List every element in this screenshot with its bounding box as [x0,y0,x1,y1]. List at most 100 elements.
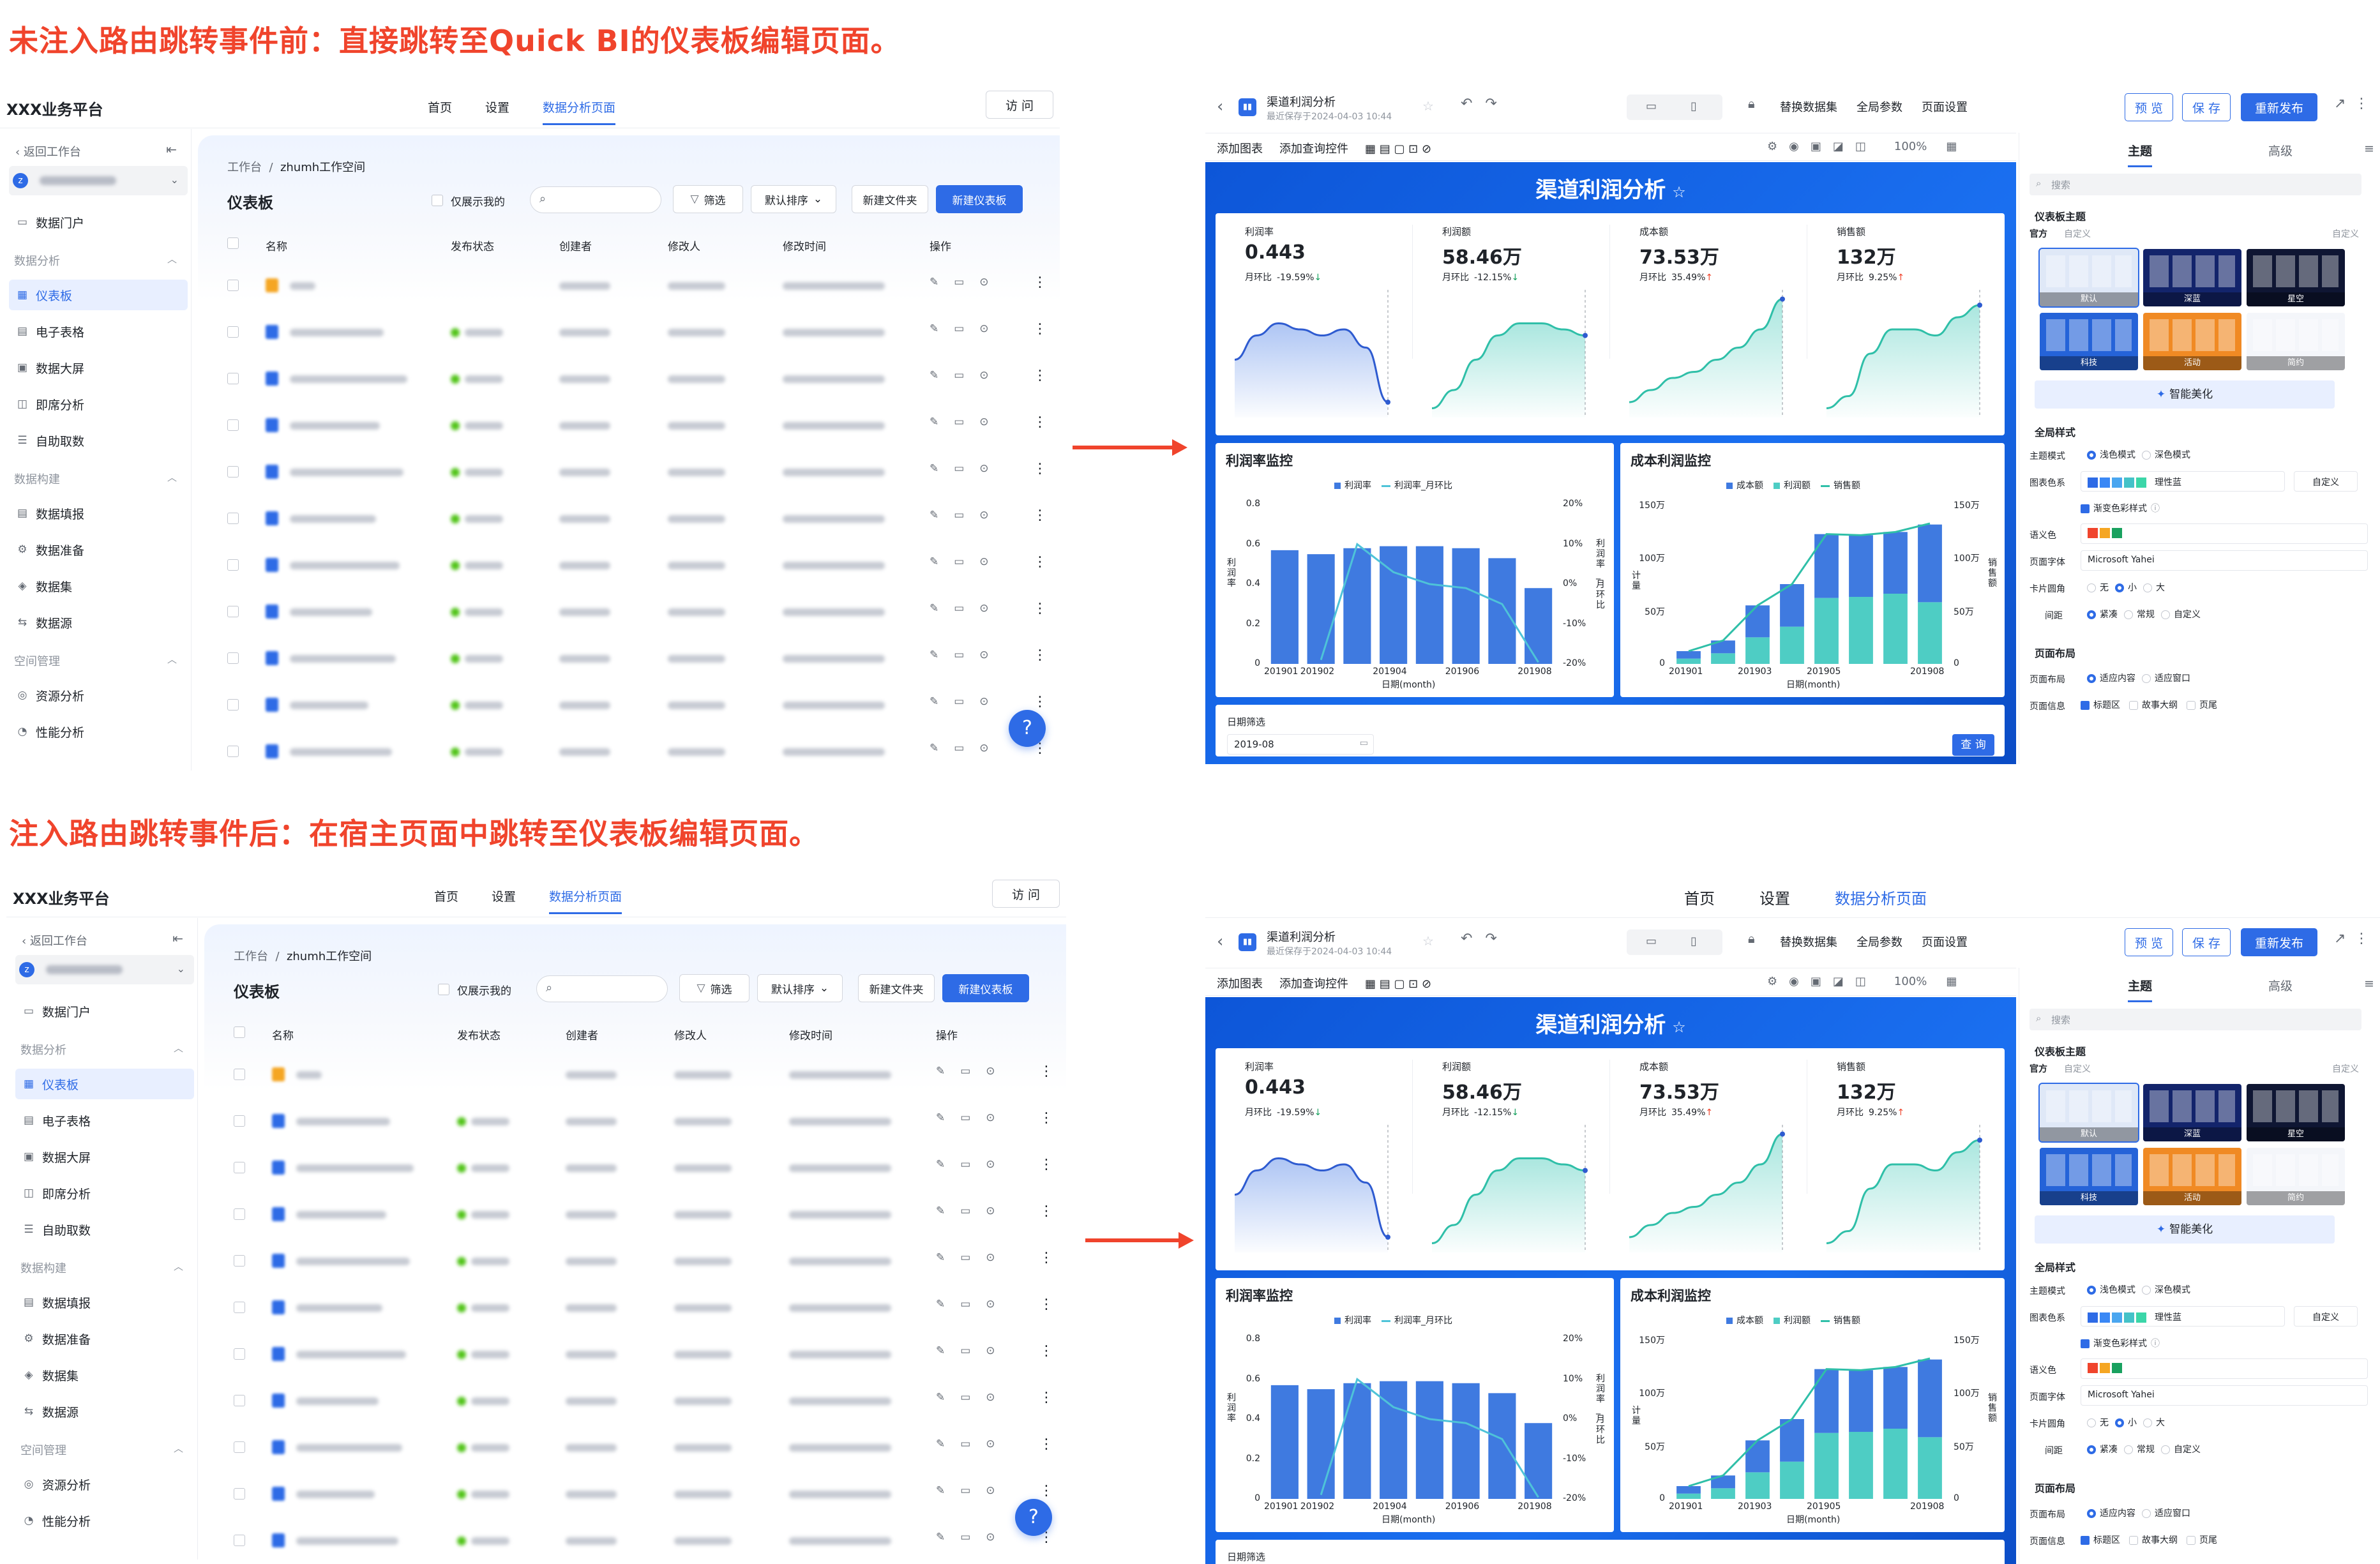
star-icon[interactable]: ☆ [1672,1018,1686,1036]
row-checkbox[interactable] [234,1162,245,1173]
undo-redo-icons[interactable]: ↶↷ [1461,96,1510,112]
sidebar-item[interactable]: ▦ 仪表板 [9,280,188,310]
sidebar-item[interactable]: ◎ 资源分析 [15,1469,194,1500]
tab-theme[interactable]: 主题 [2128,142,2153,167]
query-control-card[interactable]: 日期筛选2019-08▭查 询 [1216,1540,2005,1564]
smart-beautify-button[interactable]: ✦ 智能美化 [2035,380,2335,409]
theme-thumbnail[interactable]: 活动 [2143,1148,2241,1205]
workspace-switcher[interactable]: z ⌄ [9,166,188,195]
lock-icon[interactable]: 🔒︎ [1748,96,1755,111]
query-button[interactable]: 查 询 [1952,734,1994,756]
editor-tool-button[interactable]: 页面设置 [1922,101,1968,114]
table-row[interactable]: ✎▭⊙ ⋮ [234,1378,1053,1425]
table-row[interactable]: ✎▭⊙ ⋮ [227,263,1047,310]
row-actions[interactable]: ✎▭⊙ [936,1205,1011,1217]
row-checkbox[interactable] [234,1115,245,1127]
theme-thumbnail[interactable]: 星空 [2247,249,2345,306]
section-title[interactable]: 页面布局 [2035,1480,2075,1495]
more-icon[interactable]: ⋮ [1033,508,1047,523]
save-button[interactable]: 保 存 [2182,93,2231,121]
row-checkbox[interactable] [227,606,239,617]
panel-search-input[interactable]: ⌕ 搜索 [2030,1009,2361,1030]
new-folder-button[interactable]: 新建文件夹 [852,185,928,213]
row-actions[interactable]: ✎▭⊙ [930,416,1004,428]
font-select[interactable]: Microsoft Yahei [2081,550,2368,571]
panel-search-input[interactable]: ⌕ 搜索 [2030,174,2361,195]
only-mine-checkbox[interactable]: 仅展示我的 [432,186,505,214]
legend-label[interactable]: 利润率 [1344,1316,1371,1326]
table-row[interactable]: ✎▭⊙ ⋮ [234,1238,1053,1285]
add-menu-button[interactable]: 添加图表 [1217,142,1263,156]
sidebar-item[interactable]: ⇆ 数据源 [9,607,188,638]
only-mine-checkbox[interactable]: 仅展示我的 [438,975,511,1004]
sidebar-item[interactable]: ⇆ 数据源 [15,1396,194,1427]
new-dashboard-button[interactable]: 新建仪表板 [936,185,1023,213]
legend-label[interactable]: 成本额 [1736,481,1763,491]
more-icon[interactable]: ⋮ [1039,1436,1053,1452]
breadcrumb-item[interactable]: 工作台 [227,161,262,174]
table-row[interactable]: ✎▭⊙ ⋮ [234,1145,1053,1192]
sort-dropdown[interactable]: 默认排序 ⌄ [751,185,836,213]
more-icon[interactable]: ⋮ [1039,1483,1053,1499]
theme-tab-official[interactable]: 官方 [2030,227,2047,240]
row-actions[interactable]: ✎▭⊙ [930,276,1004,289]
add-menu-button[interactable]: 添加查询控件 [1279,142,1348,156]
font-select[interactable]: Microsoft Yahei [2081,1385,2368,1406]
theme-thumbnail[interactable]: 默认 [2038,1083,2139,1143]
section-title[interactable]: 仪表板主题 [2035,1043,2086,1058]
kpi-card[interactable]: 利润率 0.443 月环比 -19.59%↓ 利润额 58.46万 月环比 -12.15%↓ 成… [1216,213,2005,435]
workspace-switcher[interactable]: z ⌄ [15,955,194,984]
checkbox-checked[interactable] [2081,1536,2090,1545]
chart-card-cost-profit[interactable]: 成本利润监控 成本额 利润额 销售额 150万 100万 50万 0 150万 100万 50万 0 计… [1620,1278,2005,1532]
row-actions[interactable]: ✎▭⊙ [936,1484,1011,1497]
row-checkbox[interactable] [227,513,239,524]
radio[interactable] [2087,583,2096,592]
theme-custom-link[interactable]: 自定义 [2332,1062,2359,1075]
desktop-icon[interactable]: ▭ [1646,100,1657,113]
section-title[interactable]: 全局样式 [2035,1259,2075,1274]
preview-button[interactable]: 预 览 [2125,928,2173,956]
more-icon[interactable]: ⋮ [1039,1157,1053,1173]
top-nav-item[interactable]: 首页 [1684,886,1715,908]
gradient-checkbox[interactable]: 渐变色彩样式 ⓘ [2081,502,2160,515]
filter-button[interactable]: ▽ 筛选 [673,185,743,213]
publish-button[interactable]: 重新发布 [2241,93,2317,121]
dashboard-name[interactable]: 渠道利润分析 [1267,93,1336,110]
row-actions[interactable]: ✎▭⊙ [930,742,1004,755]
sidebar-item[interactable]: ◔ 性能分析 [9,716,188,747]
checkbox-checked[interactable] [2081,701,2090,710]
legend-label[interactable]: 销售额 [1834,481,1860,491]
checkbox[interactable] [2187,1536,2195,1545]
row-actions[interactable]: ✎▭⊙ [936,1298,1011,1311]
row-checkbox[interactable] [227,746,239,757]
radio[interactable] [2142,674,2151,683]
theme-mode-radio[interactable]: 浅色模式 深色模式 [2081,1283,2190,1296]
select-all-checkbox[interactable] [234,1026,245,1038]
sidebar-item[interactable]: ◫ 即席分析 [9,389,188,419]
row-actions[interactable]: ✎▭⊙ [936,1391,1011,1404]
visit-button[interactable]: 访 问 [986,91,1053,119]
star-icon[interactable]: ☆ [1422,98,1434,114]
table-row[interactable]: ✎▭⊙ ⋮ [234,1099,1053,1145]
table-row[interactable]: ✎▭⊙ ⋮ [227,496,1047,543]
more-icon[interactable]: ⋮ [1039,1343,1053,1359]
row-actions[interactable]: ✎▭⊙ [930,509,1004,522]
sidebar-group[interactable]: 数据构建 ︿ [14,470,177,487]
external-link-icon[interactable]: ↗ [2334,96,2346,112]
theme-thumbnail[interactable]: 深蓝 [2143,1084,2241,1141]
legend-label[interactable]: 销售额 [1834,1316,1860,1326]
filter-button[interactable]: ▽ 筛选 [679,974,749,1002]
row-actions[interactable]: ✎▭⊙ [936,1438,1011,1450]
top-nav-item[interactable]: 设置 [492,887,516,914]
radio[interactable] [2142,451,2151,460]
palette-custom-button[interactable]: 自定义 [2294,471,2358,492]
table-row[interactable]: ✎▭⊙ ⋮ [234,1471,1053,1518]
sidebar-group[interactable]: 数据构建 ︿ [20,1259,183,1276]
layout-tool-icons[interactable]: ▦ ▤ ▢ ⊡ ⊘ [1365,142,1431,156]
mobile-icon[interactable]: ▯ [1691,935,1697,948]
legend-label[interactable]: 利润率_月环比 [1394,1316,1452,1326]
more-icon[interactable]: ⋮ [1039,1064,1053,1079]
sidebar-item[interactable]: ⚙ 数据准备 [15,1323,194,1354]
table-row[interactable]: ✎▭⊙ ⋮ [227,310,1047,356]
lock-icon[interactable]: 🔒︎ [1748,931,1755,946]
